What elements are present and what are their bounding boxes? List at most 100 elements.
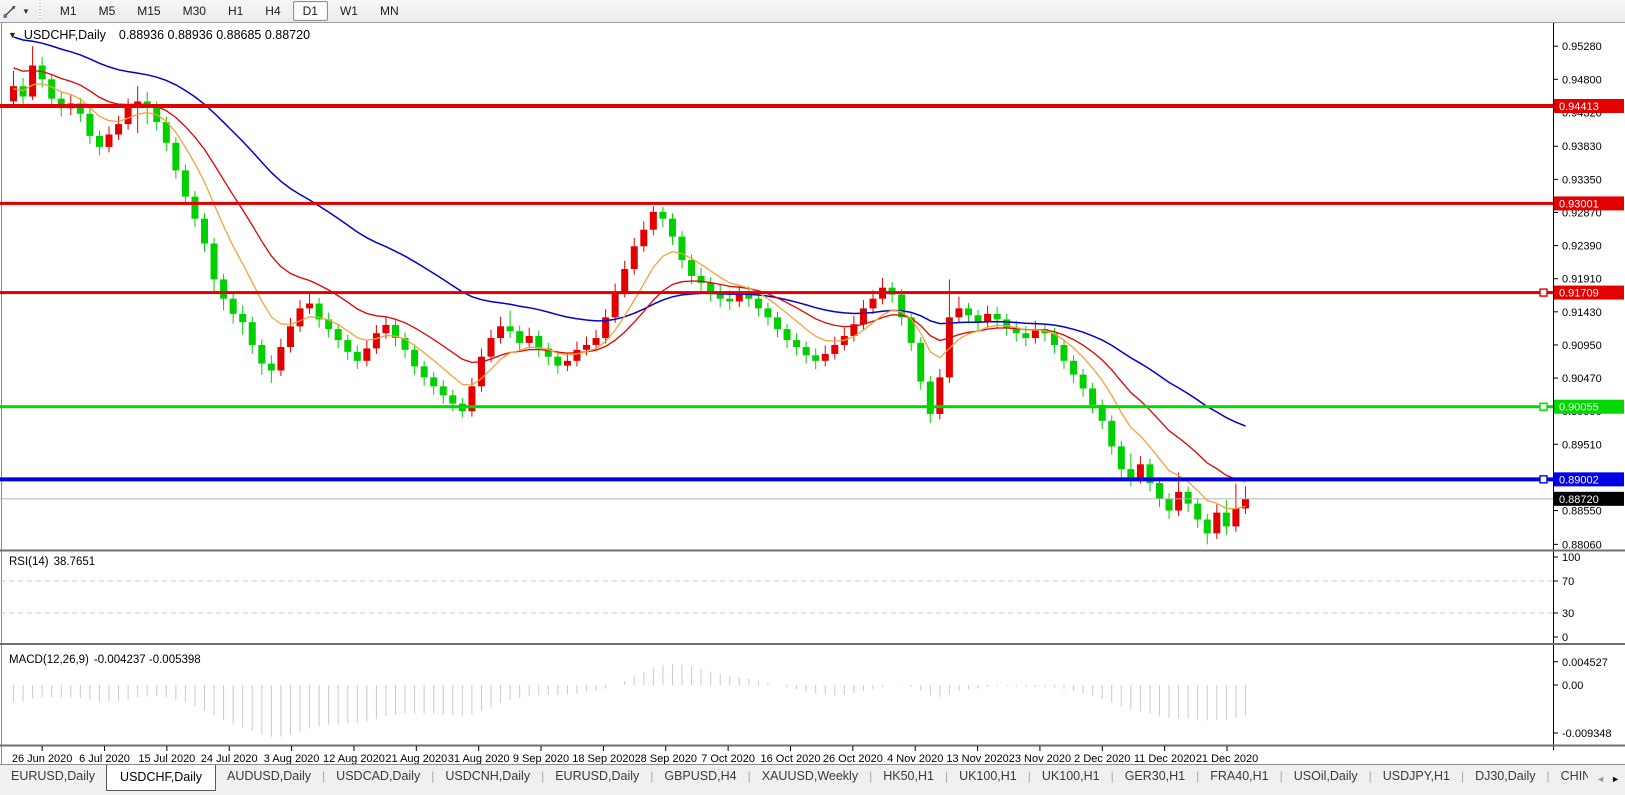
line-price-tag: 0.93001 <box>1559 198 1599 210</box>
chart-tab-eurusd-daily[interactable]: EURUSD,Daily <box>0 765 106 787</box>
chart-title: ▼ USDCHF,Daily 0.88936 0.88936 0.88685 0… <box>8 28 310 42</box>
chart-tab-usdjpy-h1[interactable]: USDJPY,H1 <box>1372 765 1461 787</box>
x-axis-label: 26 Jun 2020 <box>12 753 73 764</box>
tab-scroll-arrows: ◄ ► <box>1588 765 1625 793</box>
chart-tab-dj30-daily[interactable]: DJ30,Daily <box>1464 765 1546 787</box>
line-price-tag: 0.94413 <box>1559 101 1599 113</box>
chart-symbol-label: USDCHF,Daily <box>24 28 106 42</box>
x-axis-label: 13 Nov 2020 <box>946 753 1008 764</box>
line-price-tag: 0.89002 <box>1559 474 1599 486</box>
tab-scroll-left-icon[interactable]: ◄ <box>1596 774 1605 784</box>
tool-dropdown-icon[interactable]: ▼ <box>20 7 36 16</box>
symbol-dropdown-icon[interactable]: ▼ <box>8 30 17 40</box>
timeframe-button-h4[interactable]: H4 <box>255 1 290 21</box>
timeframe-button-h1[interactable]: H1 <box>218 1 253 21</box>
current-price-tag: 0.88720 <box>1559 494 1599 506</box>
horizontal-line-0.89002[interactable]: 0.89002 <box>0 472 1624 486</box>
x-axis-label: 2 Dec 2020 <box>1074 753 1130 764</box>
x-axis-label: 15 Jul 2020 <box>138 753 195 764</box>
horizontal-line-0.91709[interactable]: 0.91709 <box>0 286 1624 300</box>
x-axis-label: 9 Sep 2020 <box>513 753 569 764</box>
chart-tab-fra40-h1[interactable]: FRA40,H1 <box>1199 765 1279 787</box>
macd-signal-line <box>14 671 1246 729</box>
timeframe-button-m1[interactable]: M1 <box>50 1 87 21</box>
chart-tab-audusd-daily[interactable]: AUDUSD,Daily <box>216 765 322 787</box>
macd-histogram <box>14 664 1246 737</box>
timeframe-button-w1[interactable]: W1 <box>330 1 368 21</box>
chart-tab-xauusd-weekly[interactable]: XAUUSD,Weekly <box>751 765 869 787</box>
chart-tab-usdcnh-daily[interactable]: USDCNH,Daily <box>434 765 541 787</box>
x-axis-label: 18 Sep 2020 <box>572 753 634 764</box>
timeframe-button-m30[interactable]: M30 <box>173 1 216 21</box>
x-axis-label: 31 Aug 2020 <box>448 753 510 764</box>
macd-axis-label: 0.004527 <box>1562 657 1608 669</box>
candles-layer <box>10 46 1249 544</box>
x-axis-label: 4 Nov 2020 <box>887 753 943 764</box>
chart-tab-usdchf-daily[interactable]: USDCHF,Daily <box>106 765 216 791</box>
rsi-pane-label: RSI(14)38.7651 <box>9 556 95 568</box>
y-axis-label: 0.88550 <box>1562 506 1602 518</box>
y-axis-label: 0.95280 <box>1562 41 1602 53</box>
chart-window: 0.952800.948000.943200.938300.933500.928… <box>0 23 1625 764</box>
crosshair-tool-icon[interactable] <box>0 4 20 19</box>
line-drag-handle <box>1540 476 1547 483</box>
horizontal-line-0.94413[interactable]: 0.94413 <box>0 99 1624 113</box>
y-axis-label: 0.93830 <box>1562 141 1602 153</box>
y-axis-label: 0.89510 <box>1562 439 1602 451</box>
ma-fast-line <box>14 84 1246 509</box>
x-axis-label: 12 Aug 2020 <box>323 753 385 764</box>
timeframe-toolbar: ▼ M1M5M15M30H1H4D1W1MN <box>0 0 1625 23</box>
chart-tabs-bar: EURUSD,DailyUSDCHF,DailyAUDUSD,Daily|USD… <box>0 764 1625 795</box>
rsi-indicator-name: RSI(14) <box>9 556 49 568</box>
line-price-tag: 0.91709 <box>1559 288 1599 300</box>
chart-tab-gbpusd-h4[interactable]: GBPUSD,H4 <box>653 765 747 787</box>
chart-tab-usdcad-daily[interactable]: USDCAD,Daily <box>325 765 431 787</box>
y-axis-label: 0.90950 <box>1562 340 1602 352</box>
ma-mid-line <box>14 68 1246 482</box>
line-price-tag: 0.90055 <box>1559 402 1599 414</box>
chart-tab-uk100-h1[interactable]: UK100,H1 <box>948 765 1028 787</box>
y-axis-label: 0.91430 <box>1562 307 1602 319</box>
y-axis-label: 0.91910 <box>1562 274 1602 286</box>
timeframe-button-m5[interactable]: M5 <box>89 1 126 21</box>
x-axis-label: 7 Oct 2020 <box>701 753 755 764</box>
ma-slow-line <box>14 37 1246 426</box>
x-axis-label: 16 Oct 2020 <box>761 753 821 764</box>
line-drag-handle <box>1540 289 1547 296</box>
horizontal-line-0.90055[interactable]: 0.90055 <box>0 400 1624 414</box>
chart-tab-eurusd-daily[interactable]: EURUSD,Daily <box>544 765 650 787</box>
macd-pane-label: MACD(12,26,9) -0.004237 -0.005398 <box>9 654 201 666</box>
x-axis-label: 23 Nov 2020 <box>1009 753 1071 764</box>
macd-indicator-name: MACD(12,26,9) <box>9 654 89 666</box>
rsi-line <box>14 576 1246 625</box>
x-axis-label: 11 Dec 2020 <box>1134 753 1196 764</box>
x-axis-label: 26 Oct 2020 <box>823 753 883 764</box>
line-drag-handle <box>1540 403 1547 410</box>
rsi-axis-label: 0 <box>1562 632 1568 644</box>
y-axis-label: 0.92390 <box>1562 241 1602 253</box>
y-axis-label: 0.93350 <box>1562 174 1602 186</box>
y-axis-label: 0.90470 <box>1562 373 1602 385</box>
horizontal-line-0.93001[interactable]: 0.93001 <box>0 196 1624 210</box>
chart-tab-usoil-daily[interactable]: USOil,Daily <box>1283 765 1369 787</box>
timeframe-button-m15[interactable]: M15 <box>127 1 170 21</box>
x-axis-label: 3 Aug 2020 <box>264 753 320 764</box>
rsi-axis-label: 30 <box>1562 608 1574 620</box>
toolbar-grip-handle[interactable] <box>38 3 43 19</box>
tab-scroll-right-icon[interactable]: ► <box>1611 774 1620 784</box>
x-axis-label: 6 Jul 2020 <box>79 753 130 764</box>
current-price-line: 0.88720 <box>0 492 1624 506</box>
x-axis-label: 21 Dec 2020 <box>1196 753 1258 764</box>
macd-axis-label: -0.009348 <box>1562 728 1612 740</box>
macd-axis-label: 0.00 <box>1562 680 1583 692</box>
y-axis-label: 0.94800 <box>1562 74 1602 86</box>
chart-tab-ger30-h1[interactable]: GER30,H1 <box>1114 765 1196 787</box>
rsi-axis-label: 70 <box>1562 576 1574 588</box>
chart-tab-uk100-h1[interactable]: UK100,H1 <box>1031 765 1111 787</box>
macd-indicator-values: -0.004237 -0.005398 <box>94 654 201 666</box>
time-axis[interactable]: 26 Jun 20206 Jul 202015 Jul 202024 Jul 2… <box>12 746 1258 764</box>
chart-tab-hk50-h1[interactable]: HK50,H1 <box>872 765 945 787</box>
timeframe-button-d1[interactable]: D1 <box>293 1 328 21</box>
timeframe-button-mn[interactable]: MN <box>370 1 409 21</box>
x-axis-label: 28 Sep 2020 <box>635 753 697 764</box>
